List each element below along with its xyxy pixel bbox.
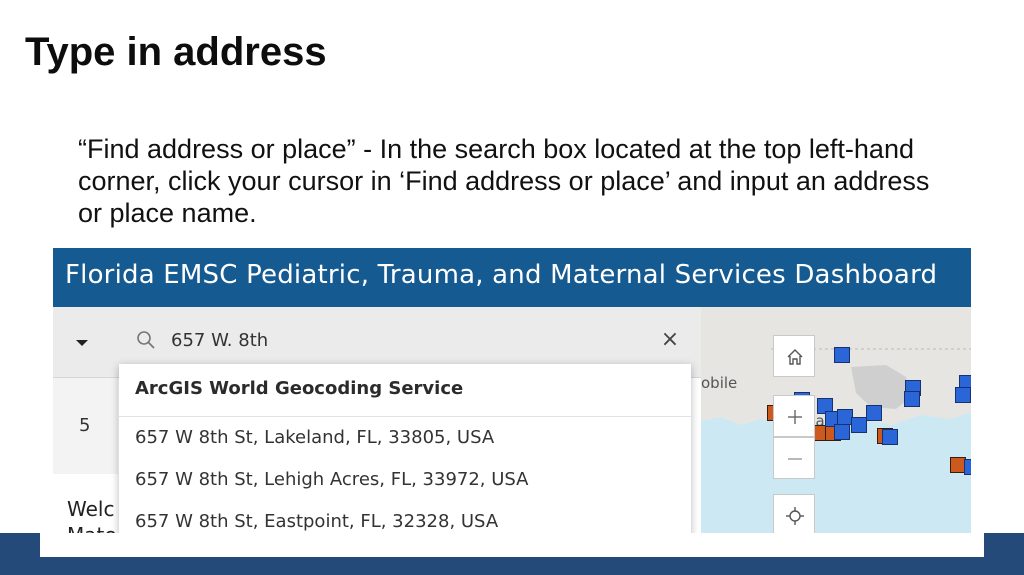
site-marker[interactable] — [834, 424, 850, 440]
suggestion-item[interactable]: 657 W 8th St, Lakeland, FL, 33805, USA — [119, 417, 691, 457]
zoom-out-button[interactable] — [773, 437, 815, 479]
site-marker[interactable] — [851, 417, 867, 433]
site-marker[interactable] — [955, 387, 971, 403]
search-suggestions-dropdown: ArcGIS World Geocoding Service 657 W 8th… — [119, 364, 691, 536]
zoom-out-icon — [788, 458, 802, 460]
suggestion-label: 657 W 8th St, Lehigh Acres, FL, 33972, U… — [135, 469, 529, 490]
geocoder-heading: ArcGIS World Geocoding Service — [135, 378, 464, 399]
locate-button[interactable] — [773, 494, 815, 536]
dashboard-title: Florida EMSC Pediatric, Trauma, and Mate… — [65, 260, 938, 290]
home-icon — [787, 349, 803, 365]
site-marker[interactable] — [882, 429, 898, 445]
dashboard-header: Florida EMSC Pediatric, Trauma, and Mate… — [53, 248, 971, 307]
search-input[interactable] — [171, 325, 651, 355]
search-icon — [135, 329, 157, 351]
site-marker[interactable] — [834, 347, 850, 363]
zoom-in-button[interactable] — [773, 395, 815, 437]
welcome-text: Welc — [67, 497, 115, 521]
dashboard-screenshot: Florida EMSC Pediatric, Trauma, and Mate… — [53, 248, 971, 536]
map-label-mobile: obile — [701, 374, 738, 392]
site-marker[interactable] — [866, 405, 882, 421]
locate-icon — [786, 507, 804, 525]
zoom-in-icon — [788, 410, 802, 424]
footer-notch — [40, 533, 984, 557]
slide-title: Type in address — [25, 30, 327, 74]
site-marker[interactable] — [964, 459, 971, 475]
side-row: 5 — [53, 378, 118, 474]
suggestion-label: 657 W 8th St, Eastpoint, FL, 32328, USA — [135, 511, 499, 532]
suggestion-item[interactable]: 657 W 8th St, Lehigh Acres, FL, 33972, U… — [119, 459, 691, 499]
suggestion-label: 657 W 8th St, Lakeland, FL, 33805, USA — [135, 427, 495, 448]
caret-down-icon[interactable] — [71, 334, 93, 350]
slide-instructions: “Find address or place” - In the search … — [78, 134, 930, 228]
suggestion-item[interactable]: 657 W 8th St, Eastpoint, FL, 32328, USA — [119, 501, 691, 536]
home-button[interactable] — [773, 335, 815, 377]
row-number: 5 — [79, 415, 91, 436]
map-view[interactable]: obile ensaco — [701, 307, 971, 536]
site-marker[interactable] — [904, 391, 920, 407]
clear-search-button[interactable]: × — [659, 327, 681, 353]
